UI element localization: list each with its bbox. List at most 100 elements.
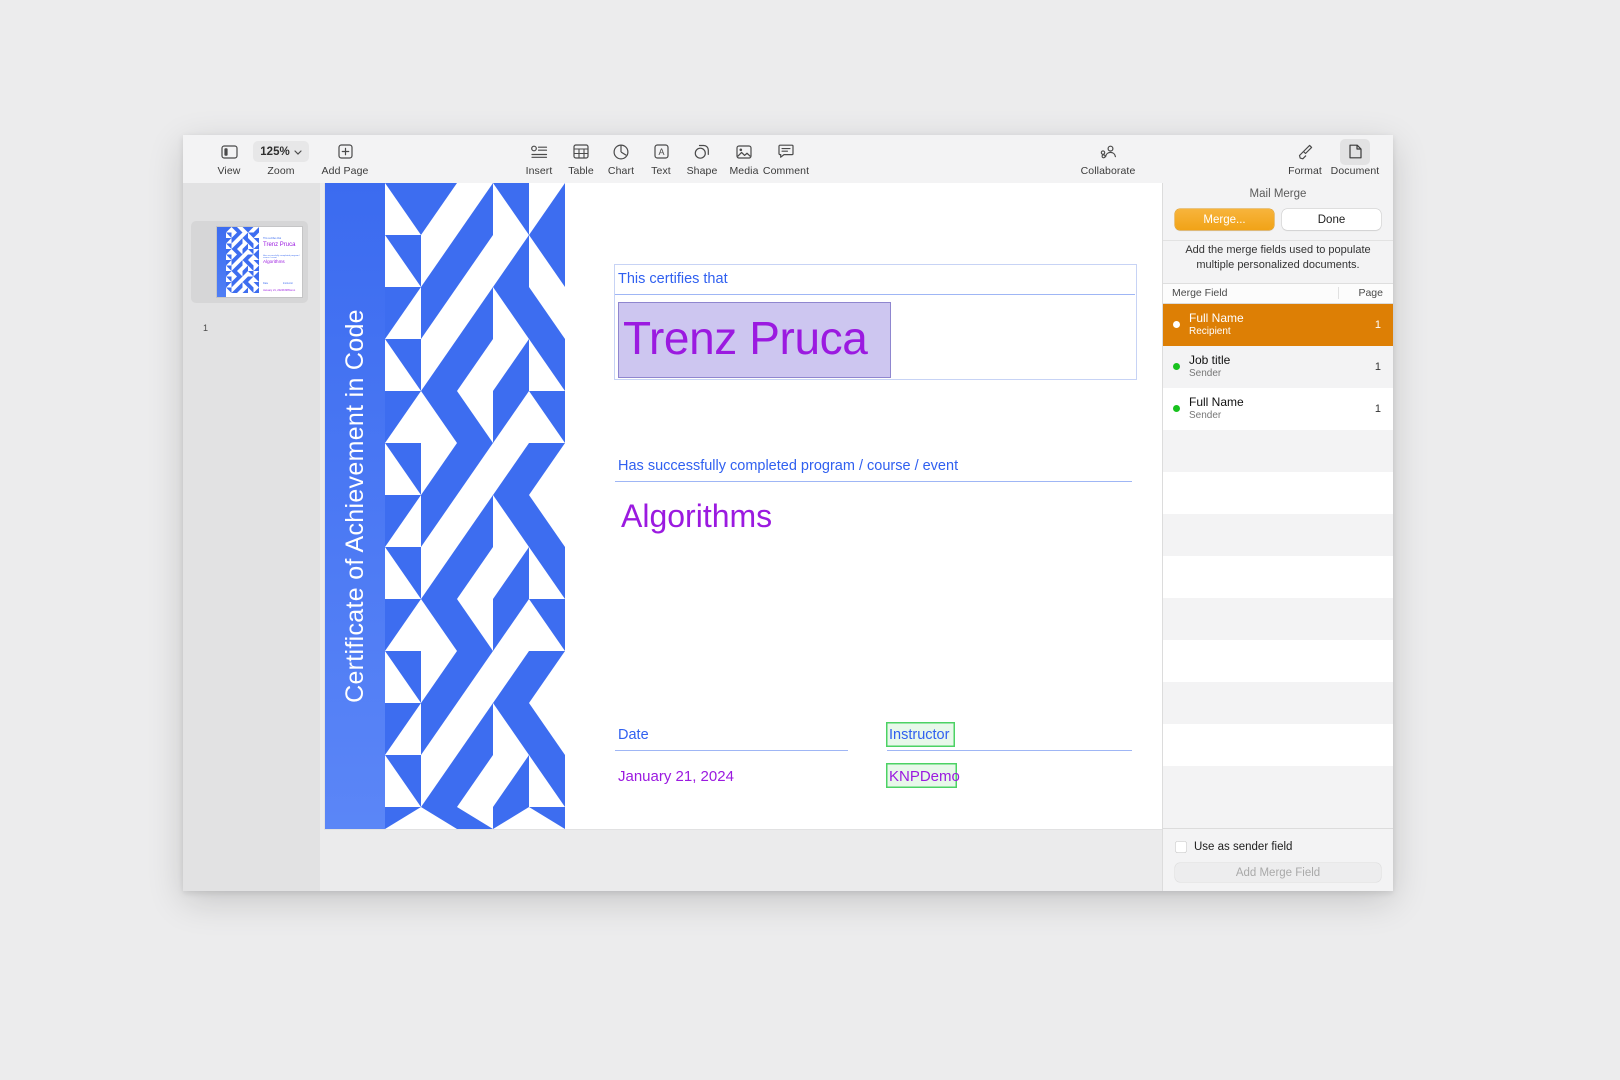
table-row-empty[interactable] <box>1163 471 1393 514</box>
svg-text:A: A <box>658 147 664 157</box>
keynote-pages-window: View 125% Zoom Add Page Insert Table Cha… <box>183 135 1393 891</box>
thumbnail-instructor-label: Instructor <box>283 282 293 285</box>
comment-label: Comment <box>762 165 810 177</box>
media-icon <box>736 141 752 162</box>
page-thumbnail-1[interactable]: 1 This certifies that Trenz Pruca Has su… <box>191 221 308 333</box>
recipient-name-field[interactable]: Trenz Pruca <box>623 311 868 365</box>
certifies-label: This certifies that <box>618 271 728 287</box>
triangle-pattern <box>385 183 565 829</box>
status-dot-icon <box>1173 363 1180 371</box>
merge-table-header: Merge Field Page <box>1163 282 1393 304</box>
table-row-empty[interactable] <box>1163 555 1393 598</box>
date-value-field[interactable]: January 21, 2024 <box>618 768 734 785</box>
merge-field-page: 1 <box>1374 360 1381 373</box>
collaborate-icon <box>1099 141 1117 162</box>
comment-icon <box>778 141 794 162</box>
use-as-sender-field-row[interactable]: Use as sender field <box>1163 829 1393 853</box>
table-row-empty[interactable] <box>1163 639 1393 682</box>
use-as-sender-field-label: Use as sender field <box>1194 841 1293 853</box>
merge-field-page: 1 <box>1374 318 1381 331</box>
course-name-field[interactable]: Algorithms <box>621 498 772 535</box>
zoom-control[interactable]: 125% Zoom <box>249 141 313 177</box>
document-canvas[interactable]: Certificate of Achievement in Code This … <box>320 183 1163 891</box>
merge-field-name: Full Name <box>1189 395 1244 410</box>
completed-label: Has successfully completed program / cou… <box>618 458 959 474</box>
add-merge-field-button[interactable]: Add Merge Field <box>1175 863 1381 882</box>
table-row-empty[interactable] <box>1163 597 1393 640</box>
status-dot-icon <box>1173 405 1180 413</box>
table-row[interactable]: Full Name Recipient 1 <box>1163 303 1393 346</box>
column-header-merge-field: Merge Field <box>1172 287 1228 300</box>
use-as-sender-field-checkbox[interactable] <box>1175 841 1187 853</box>
instructor-label: Instructor <box>889 727 950 743</box>
text-label: Text <box>651 165 671 177</box>
format-brush-icon <box>1297 141 1313 162</box>
merge-field-name: Job title <box>1189 353 1231 368</box>
inspector-footer: Use as sender field Add Merge Field <box>1163 828 1393 891</box>
text-icon: A <box>653 141 669 162</box>
table-row-empty[interactable] <box>1163 513 1393 556</box>
table-row-empty[interactable] <box>1163 429 1393 472</box>
thumbnail-date-value: January 21, 2024 <box>263 289 284 292</box>
zoom-label: Zoom <box>267 165 295 177</box>
thumbnail-triangle-pattern <box>226 227 259 293</box>
status-dot-icon <box>1173 321 1180 329</box>
done-button[interactable]: Done <box>1282 209 1381 230</box>
inspector-buttons: Merge... Done <box>1163 205 1393 240</box>
chevron-down-icon <box>294 146 302 158</box>
merge-button[interactable]: Merge... <box>1175 209 1274 230</box>
table-icon <box>573 141 589 162</box>
merge-field-list[interactable]: Full Name Recipient 1 Job title Sender 1… <box>1163 303 1393 808</box>
document-label: Document <box>1330 165 1380 177</box>
collaborate-button[interactable]: Collaborate <box>1068 141 1148 177</box>
thumbnail-pane: 1 This certifies that Trenz Pruca Has su… <box>183 183 320 891</box>
add-page-label: Add Page <box>321 165 369 177</box>
table-row-empty[interactable] <box>1163 723 1393 766</box>
column-header-page: Page <box>1338 287 1393 300</box>
thumbnail-preview: This certifies that Trenz Pruca Has succ… <box>217 227 302 297</box>
merge-field-page: 1 <box>1374 402 1381 415</box>
merge-field-source: Sender <box>1189 368 1222 380</box>
certificate-accent-band: Certificate of Achievement in Code <box>325 183 385 829</box>
instructor-value-field[interactable]: KNPDemo <box>889 768 960 785</box>
merge-field-name: Full Name <box>1189 311 1244 326</box>
date-rule <box>615 750 848 751</box>
format-label: Format <box>1288 165 1322 177</box>
mail-merge-inspector: Mail Merge Merge... Done Add the merge f… <box>1162 183 1393 891</box>
document-icon <box>1340 138 1370 165</box>
sidebar-icon <box>220 141 238 162</box>
thumbnail-date-label: Date <box>263 282 269 285</box>
inspector-title: Mail Merge <box>1249 188 1307 200</box>
table-row[interactable]: Full Name Sender 1 <box>1163 387 1393 430</box>
toolbar: View 125% Zoom Add Page Insert Table Cha… <box>183 135 1393 184</box>
insert-icon <box>530 141 548 162</box>
certificate-page[interactable]: Certificate of Achievement in Code This … <box>325 183 1163 829</box>
certificate-vertical-title: Certificate of Achievement in Code <box>340 309 369 703</box>
table-row-empty[interactable] <box>1163 681 1393 724</box>
thumbnail-instructor-value: KNPDemo <box>283 289 296 292</box>
document-button[interactable]: Document <box>1323 138 1387 177</box>
inspector-help-text: Add the merge fields used to populate mu… <box>1163 240 1393 283</box>
shape-icon <box>694 141 710 162</box>
zoom-value: 125% <box>260 145 290 158</box>
plus-square-icon <box>337 141 353 162</box>
view-label: View <box>217 165 241 177</box>
comment-button[interactable]: Comment <box>754 141 818 177</box>
add-page-button[interactable]: Add Page <box>313 141 377 177</box>
thumbnail-page-number: 1 <box>203 323 209 333</box>
name-rule <box>615 294 1135 295</box>
date-label: Date <box>618 727 649 743</box>
zoom-value-box[interactable]: 125% <box>253 141 309 162</box>
collaborate-label: Collaborate <box>1080 165 1136 177</box>
thumbnail-certifies-label: This certifies that <box>263 237 282 240</box>
course-rule <box>615 481 1132 482</box>
merge-field-source: Recipient <box>1189 326 1231 338</box>
thumbnail-recipient: Trenz Pruca <box>263 242 296 248</box>
table-row-empty[interactable] <box>1163 765 1393 808</box>
thumbnail-course: Algorithms <box>263 259 285 264</box>
instructor-rule <box>887 750 1132 751</box>
merge-field-source: Sender <box>1189 410 1222 422</box>
thumbnail-accent-bar <box>217 227 226 297</box>
table-row[interactable]: Job title Sender 1 <box>1163 345 1393 388</box>
chart-icon <box>613 141 629 162</box>
